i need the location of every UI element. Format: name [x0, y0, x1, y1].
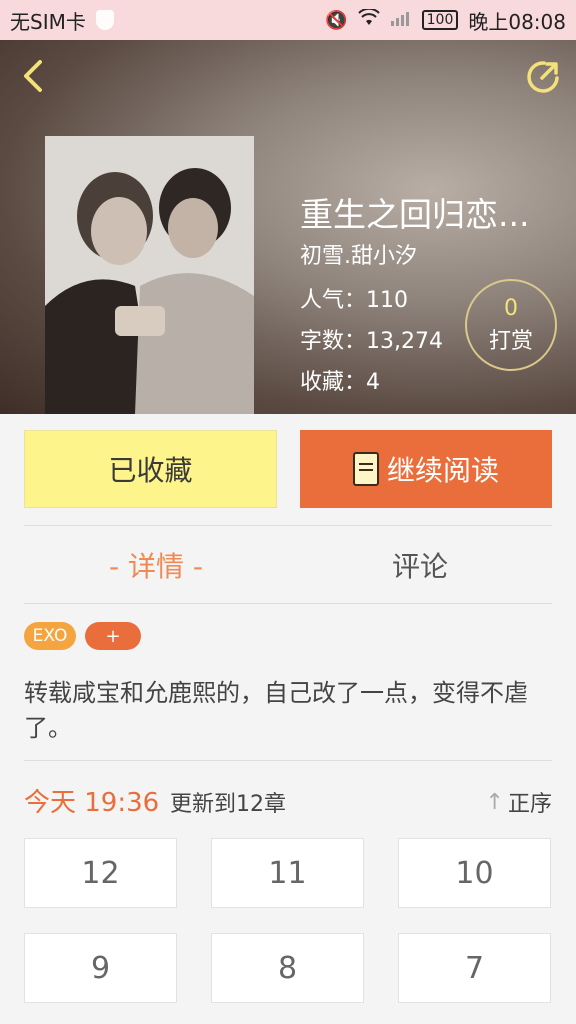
share-icon — [527, 61, 559, 93]
sort-up-arrow-icon: ↑ — [485, 789, 504, 815]
add-tag-button[interactable]: + — [85, 622, 141, 650]
chapter-button[interactable]: 12 — [24, 838, 177, 908]
divider — [24, 603, 552, 604]
tab-detail[interactable]: - 详情 - — [24, 545, 288, 585]
back-arrow-icon — [24, 60, 42, 92]
carrier-text: 无SIM卡 — [10, 9, 86, 34]
continue-reading-button[interactable]: 继续阅读 — [300, 430, 552, 508]
book-description: 转载咸宝和允鹿熙的，自己改了一点，变得不虐了。 — [24, 679, 528, 742]
clock: 晚上08:08 — [468, 9, 566, 34]
favorited-label: 已收藏 — [108, 454, 193, 487]
status-left: 无SIM卡 — [10, 6, 114, 35]
reward-label: 打赏 — [488, 329, 533, 354]
status-right: 🔇 100 晚上08:08 — [325, 6, 566, 35]
book-author[interactable]: 初雪.甜小汐 — [300, 238, 417, 270]
chapter-button[interactable]: 10 — [398, 838, 551, 908]
signal-icon — [390, 9, 412, 32]
sort-toggle[interactable]: ↑ 正序 — [486, 786, 552, 818]
tag-exo[interactable]: EXO — [24, 622, 76, 650]
book-cover[interactable] — [45, 136, 254, 414]
status-bar: 无SIM卡 🔇 100 晚上08:08 — [0, 0, 576, 40]
chapter-button[interactable]: 11 — [211, 838, 364, 908]
update-text: 更新到12章 — [170, 792, 286, 817]
book-title: 重生之回归恋... — [300, 195, 530, 234]
chapter-button[interactable]: 8 — [211, 933, 364, 1003]
continue-reading-label: 继续阅读 — [386, 454, 499, 487]
cover-image — [45, 136, 254, 414]
popularity-stat: 人气：110 — [300, 288, 408, 313]
wifi-icon — [357, 7, 380, 32]
reward-button[interactable]: 0 打赏 — [465, 279, 557, 371]
tab-comments[interactable]: 评论 — [288, 545, 552, 585]
chapter-button[interactable]: 9 — [24, 933, 177, 1003]
battery-icon: 100 — [421, 10, 459, 30]
divider — [24, 760, 552, 761]
back-button[interactable] — [14, 56, 54, 96]
book-header: 重生之回归恋... 初雪.甜小汐 人气：110 字数：13,274 收藏：4 0… — [0, 40, 576, 414]
favorites-stat: 收藏：4 — [300, 370, 380, 395]
favorited-button[interactable]: 已收藏 — [24, 430, 277, 508]
book-icon — [352, 452, 379, 486]
shield-icon — [95, 10, 114, 30]
chapter-button[interactable]: 7 — [398, 933, 551, 1003]
reward-count: 0 — [504, 296, 518, 321]
share-button[interactable] — [522, 56, 564, 98]
divider — [24, 525, 552, 526]
mute-icon: 🔇 — [325, 9, 348, 31]
update-time: 今天 19:36 — [24, 788, 160, 818]
sort-label: 正序 — [507, 792, 552, 817]
word-count-stat: 字数：13,274 — [300, 329, 443, 354]
